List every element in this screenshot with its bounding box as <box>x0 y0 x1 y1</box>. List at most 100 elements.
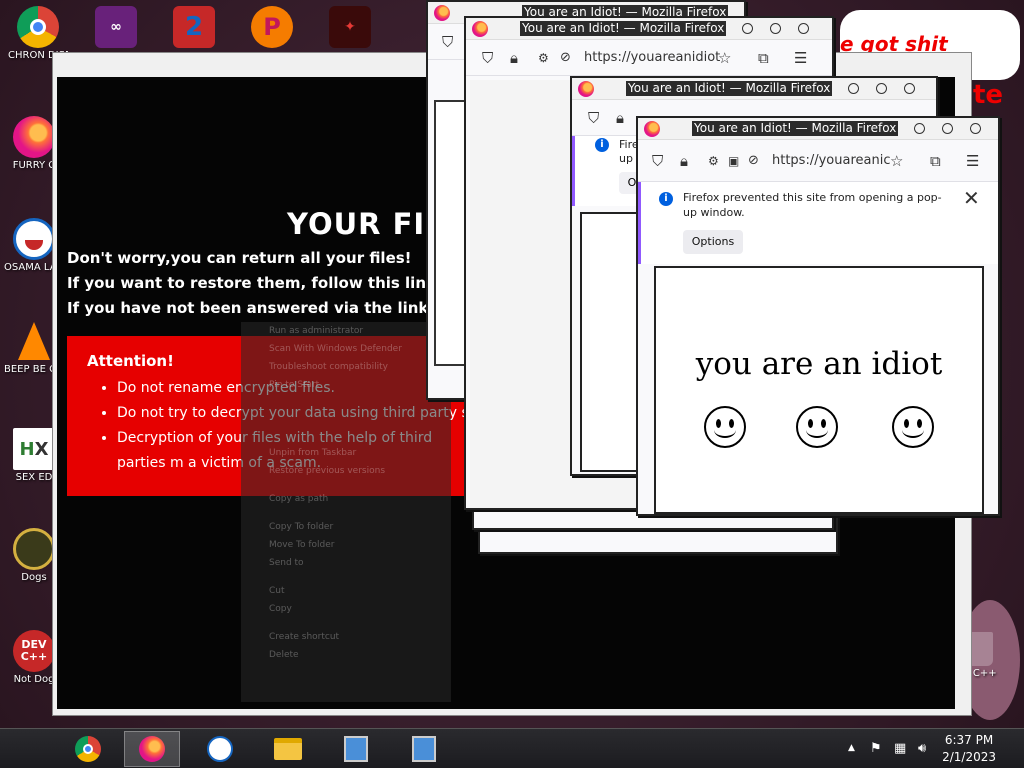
menu-icon[interactable]: ☰ <box>794 50 807 66</box>
visual-studio-icon: ∞ <box>95 6 137 48</box>
window-titlebar[interactable]: You are an Idiot! — Mozilla Firefox <box>572 78 936 100</box>
system-clock[interactable]: 6:37 PM 2/1/2023 <box>942 732 996 766</box>
minimize-button[interactable] <box>914 123 925 134</box>
shield-icon[interactable]: ⛉ <box>652 153 663 169</box>
taskbar-firefox[interactable] <box>124 731 180 767</box>
idiot-page-fragment <box>580 212 640 472</box>
extensions-icon[interactable]: ⧉ <box>930 153 941 169</box>
minimize-button[interactable] <box>742 23 753 34</box>
desktop-icon-app-p[interactable]: P <box>242 6 302 48</box>
ghost-menu-item: Run as administrator <box>269 326 364 336</box>
navigation-bar: ⛉ 🔒︎ ⚙ ⊘ https://youareanidiot ☆ ⧉ ☰ <box>466 40 832 76</box>
chrome-icon <box>17 6 59 48</box>
vlc-cone-icon <box>13 320 55 362</box>
hx-icon: HX <box>13 428 55 470</box>
ransom-title: YOUR FIL <box>287 207 445 241</box>
show-hidden-icons-button[interactable]: ▲ <box>848 743 855 753</box>
clock-date: 2/1/2023 <box>942 750 996 764</box>
ghost-menu-item: Move To folder <box>269 540 335 550</box>
bookmark-star-icon[interactable]: ☆ <box>718 50 731 66</box>
popup-blocked-message: Firefox prevented this site from opening… <box>683 191 942 219</box>
app-2-icon: 2 <box>173 6 215 48</box>
close-icon[interactable]: ✕ <box>963 188 980 208</box>
window-title: You are an Idiot! — Mozilla Firefox <box>692 121 899 136</box>
navigation-bar: ⛉ 🔒︎ ⚙ ▣ ⊘ https://youareanic ☆ ⧉ ☰ <box>638 140 998 182</box>
ghost-menu-item: Copy as path <box>269 494 329 504</box>
tracking-icon[interactable]: ⊘ <box>560 50 571 66</box>
ransom-line-2: If you want to restore them, follow this… <box>67 274 483 292</box>
volume-icon[interactable]: 🔊︎ <box>918 741 926 756</box>
window-title: You are an Idiot! — Mozilla Firefox <box>520 21 727 36</box>
idiot-text: you are an idiot <box>695 346 943 382</box>
lock-icon[interactable]: 🔒︎ <box>510 50 518 66</box>
info-icon: i <box>595 138 609 152</box>
maximize-button[interactable] <box>770 23 781 34</box>
ghost-menu-item: Troubleshoot compatibility <box>269 362 388 372</box>
smiley-icon <box>796 406 838 448</box>
ghost-menu-item: Cut <box>269 586 285 596</box>
setup-icon <box>344 736 368 762</box>
close-button[interactable] <box>798 23 809 34</box>
lock-icon[interactable]: 🔒︎ <box>680 153 688 169</box>
permissions-icon[interactable]: ⚙ <box>538 50 549 66</box>
close-button[interactable] <box>904 83 915 94</box>
firefox-logo-icon <box>434 5 450 21</box>
taskbar: ▲ ⚑ ▦ 🔊︎ 6:37 PM 2/1/2023 <box>0 728 1024 768</box>
dogs-icon <box>13 528 55 570</box>
ransom-line-2-text: If you want to restore them, follow this… <box>67 274 448 292</box>
desktop-icon-app-2[interactable]: 2 <box>164 6 224 48</box>
wallpaper-text-2: te <box>973 80 1004 110</box>
ghost-menu-item: Send to <box>269 558 304 568</box>
firefox-logo-icon <box>644 121 660 137</box>
network-icon[interactable]: ▦ <box>894 741 906 756</box>
close-button[interactable] <box>970 123 981 134</box>
shield-icon[interactable]: ⛉ <box>482 50 493 66</box>
action-center-flag-icon[interactable]: ⚑ <box>870 741 882 756</box>
tracking-icon[interactable]: ⊘ <box>748 153 759 169</box>
options-button[interactable]: Options <box>683 230 743 254</box>
window-titlebar[interactable]: You are an Idiot! — Mozilla Firefox <box>466 18 832 40</box>
window-titlebar[interactable]: You are an Idiot! — Mozilla Firefox <box>638 118 998 140</box>
ghost-context-menu: Run as administrator Scan With Windows D… <box>241 322 451 702</box>
ghost-menu-item: Unpin from Taskbar <box>269 448 357 458</box>
taskbar-setup-2[interactable] <box>396 731 452 767</box>
firefox-icon <box>13 116 55 158</box>
ransom-line-1: Don't worry,you can return all your file… <box>67 249 412 267</box>
maximize-button[interactable] <box>876 83 887 94</box>
info-icon: i <box>659 192 673 206</box>
ghost-menu-item: Scan With Windows Defender <box>269 344 402 354</box>
ghost-menu-item: Copy To folder <box>269 522 334 532</box>
maximize-button[interactable] <box>942 123 953 134</box>
url-text: https://youareanic <box>772 153 891 168</box>
taskbar-obama[interactable] <box>192 731 248 767</box>
ghost-menu-item: Restore previous versions <box>269 466 386 476</box>
desktop-icon-app-red[interactable]: ✦ <box>320 6 380 48</box>
clock-time: 6:37 PM <box>944 733 994 747</box>
minimize-button[interactable] <box>848 83 859 94</box>
menu-icon[interactable]: ☰ <box>966 153 979 169</box>
desktop-icon-visual-studio[interactable]: ∞ <box>86 6 146 48</box>
idiot-page: you are an idiot <box>654 266 984 514</box>
firefox-window-front[interactable]: You are an Idiot! — Mozilla Firefox ⛉ 🔒︎… <box>636 116 1000 516</box>
permissions-icon[interactable]: ⚙ <box>708 153 719 169</box>
firefox-icon <box>139 736 165 762</box>
popup-blocked-icon[interactable]: ▣ <box>728 153 739 169</box>
devcpp-icon: DEV C++ <box>13 630 55 672</box>
app-p-icon: P <box>251 6 293 48</box>
bookmark-star-icon[interactable]: ☆ <box>890 153 903 169</box>
extensions-icon[interactable]: ⧉ <box>758 50 769 66</box>
lock-icon[interactable]: 🔒︎ <box>616 110 624 126</box>
ransom-line-3: If you have not been answered via the li… <box>67 299 476 317</box>
shield-icon[interactable]: ⛉ <box>588 110 599 126</box>
shield-icon[interactable]: ⛉ <box>442 34 453 50</box>
page-content-fragment <box>434 100 468 366</box>
taskbar-setup-1[interactable] <box>328 731 384 767</box>
ghost-menu-item: Copy <box>269 604 292 614</box>
taskbar-chrome[interactable] <box>60 731 116 767</box>
obama-logo-icon <box>13 218 55 260</box>
taskbar-file-explorer[interactable] <box>260 731 316 767</box>
popup-blocked-bar: i Firefox prevented this site from openi… <box>638 182 998 264</box>
smiley-icon <box>892 406 934 448</box>
smiley-icon <box>704 406 746 448</box>
ghost-menu-item: Pin to Start <box>269 380 320 390</box>
